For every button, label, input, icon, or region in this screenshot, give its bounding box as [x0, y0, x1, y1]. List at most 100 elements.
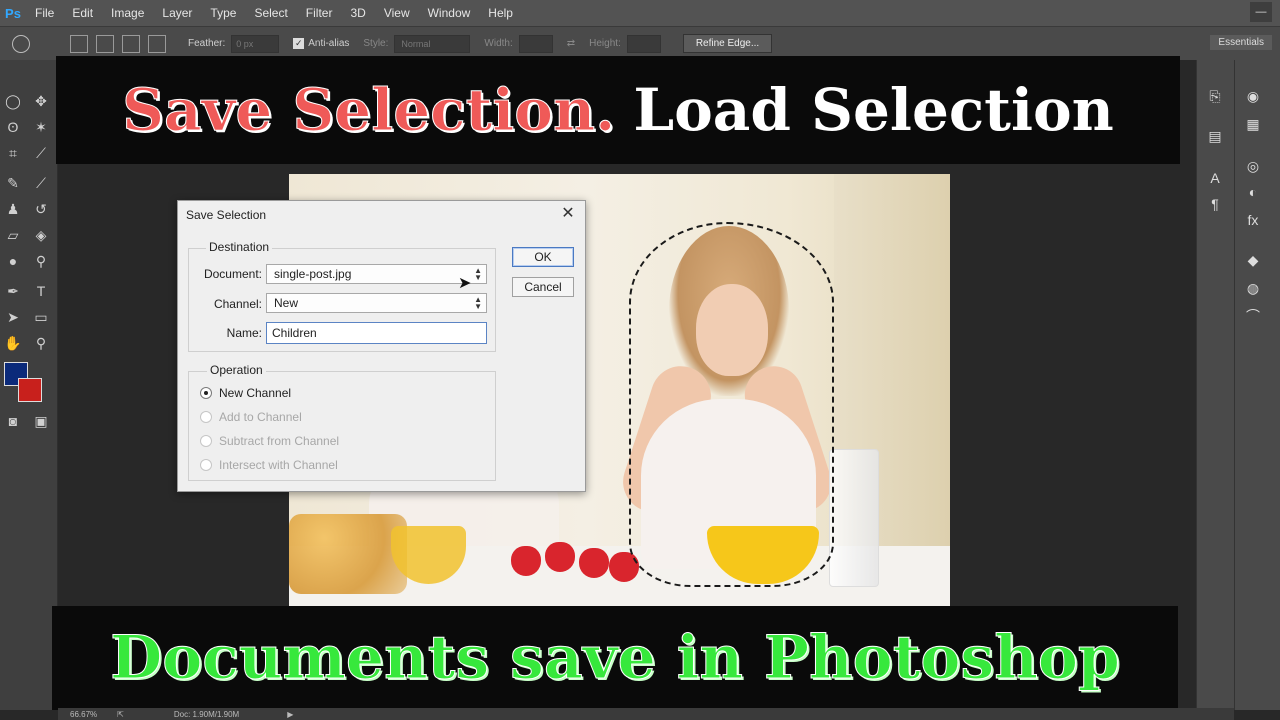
- crop-tool-icon[interactable]: ⌗: [2, 142, 24, 164]
- menu-view[interactable]: View: [375, 6, 419, 20]
- color-panel-icon[interactable]: ◉: [1243, 86, 1263, 106]
- export-icon[interactable]: ⇱: [117, 710, 124, 719]
- document-label: Document:: [203, 267, 262, 281]
- brush-tool-icon[interactable]: ⟋: [30, 172, 52, 194]
- path-selection-tool-icon[interactable]: ➤: [2, 306, 24, 328]
- width-label: Width:: [484, 38, 513, 49]
- antialias-checkbox[interactable]: ✓: [293, 38, 305, 49]
- menu-image[interactable]: Image: [102, 6, 153, 20]
- paragraph-panel-icon[interactable]: ¶: [1205, 194, 1225, 214]
- history-brush-tool-icon[interactable]: ↺: [30, 198, 52, 220]
- panel-dock-left: ⎘ ▤ A ¶: [1196, 60, 1234, 710]
- title-banner-top: Save Selection. Load Selection: [56, 56, 1180, 164]
- status-bar: 66.67% ⇱ Doc: 1.90M/1.90M ▶: [58, 708, 1234, 720]
- banner-subtitle-green: Documents save in Photoshop: [110, 623, 1121, 694]
- lasso-tool-icon[interactable]: ʘ: [2, 116, 24, 138]
- close-icon[interactable]: ✕: [559, 204, 577, 222]
- status-menu-icon[interactable]: ▶: [287, 710, 293, 719]
- clone-stamp-tool-icon[interactable]: ♟: [2, 198, 24, 220]
- style-select[interactable]: Normal: [394, 34, 471, 53]
- menu-select[interactable]: Select: [245, 6, 296, 20]
- radio-disabled-icon: [200, 411, 212, 423]
- banner-title-red: Save Selection.: [122, 76, 616, 145]
- photo-milk-glass: [829, 449, 879, 587]
- width-input[interactable]: [518, 34, 553, 53]
- healing-brush-tool-icon[interactable]: ✎: [2, 172, 24, 194]
- intersect-selection-icon[interactable]: [148, 34, 166, 53]
- layers-panel-icon[interactable]: ◆: [1243, 250, 1263, 270]
- menu-file[interactable]: File: [26, 6, 63, 20]
- radio-new-channel[interactable]: New Channel: [200, 386, 291, 400]
- options-bar: Feather: 0 px ✓ Anti-alias Style: Normal…: [0, 26, 1280, 60]
- swatches-panel-icon[interactable]: ▦: [1243, 114, 1263, 134]
- move-tool-icon[interactable]: ✥: [30, 90, 52, 112]
- styles-panel-icon[interactable]: ◐: [1243, 182, 1263, 202]
- new-selection-icon[interactable]: [70, 34, 88, 53]
- elliptical-marquee-icon[interactable]: [12, 34, 30, 53]
- eraser-tool-icon[interactable]: ▱: [2, 224, 24, 246]
- properties-panel-icon[interactable]: ▤: [1205, 126, 1225, 146]
- blur-tool-icon[interactable]: ●: [2, 250, 24, 272]
- minimize-icon[interactable]: —: [1250, 2, 1272, 22]
- subtract-selection-icon[interactable]: [122, 34, 140, 53]
- photo-strawberry: [511, 546, 541, 576]
- add-selection-icon[interactable]: [96, 34, 114, 53]
- hand-tool-icon[interactable]: ✋: [2, 332, 24, 354]
- paint-bucket-tool-icon[interactable]: ◈: [30, 224, 52, 246]
- radio-label: Subtract from Channel: [219, 434, 340, 448]
- dodge-tool-icon[interactable]: ⚲: [30, 250, 52, 272]
- fx-panel-icon[interactable]: fx: [1243, 210, 1263, 230]
- menu-edit[interactable]: Edit: [63, 6, 102, 20]
- doc-size: Doc: 1.90M/1.90M: [173, 709, 240, 719]
- eyedropper-tool-icon[interactable]: ⟋: [30, 142, 52, 164]
- background-color-swatch[interactable]: [18, 378, 42, 402]
- history-panel-icon[interactable]: ⎘: [1205, 86, 1225, 106]
- character-panel-icon[interactable]: A: [1205, 168, 1225, 188]
- menu-3d[interactable]: 3D: [341, 6, 374, 20]
- type-tool-icon[interactable]: T: [30, 280, 52, 302]
- ok-button[interactable]: OK: [512, 247, 574, 267]
- rectangle-tool-icon[interactable]: ▭: [30, 306, 52, 328]
- refine-edge-button[interactable]: Refine Edge...: [682, 34, 773, 53]
- select-arrows-icon: ▲ ▼: [474, 266, 482, 282]
- name-input[interactable]: Children: [266, 322, 487, 344]
- menu-help[interactable]: Help: [479, 6, 522, 20]
- document-select[interactable]: single-post.jpg ▲ ▼: [266, 264, 487, 284]
- zoom-level[interactable]: 66.67%: [70, 710, 97, 719]
- save-selection-dialog: Save Selection ✕ Destination Document: s…: [177, 200, 586, 492]
- swap-icon[interactable]: ⇄: [567, 38, 575, 49]
- marquee-tool-icon[interactable]: ◯: [2, 90, 24, 112]
- workspace-switcher[interactable]: Essentials: [1210, 35, 1272, 50]
- photoshop-logo-icon: Ps: [5, 5, 21, 21]
- screen-mode-icon[interactable]: ▣: [30, 410, 52, 432]
- operation-label: Operation: [207, 363, 266, 377]
- title-banner-bottom: Documents save in Photoshop: [52, 606, 1178, 710]
- menu-type[interactable]: Type: [201, 6, 245, 20]
- channel-select[interactable]: New ▲ ▼: [266, 293, 487, 313]
- menu-filter[interactable]: Filter: [297, 6, 342, 20]
- window-controls: —: [1250, 2, 1272, 22]
- mouse-cursor-icon: ➤: [458, 275, 472, 292]
- magic-wand-tool-icon[interactable]: ✶: [30, 116, 52, 138]
- menu-layer[interactable]: Layer: [153, 6, 201, 20]
- style-label: Style:: [363, 38, 389, 49]
- quick-mask-icon[interactable]: ◙: [2, 410, 24, 432]
- cancel-button[interactable]: Cancel: [512, 277, 574, 297]
- menu-window[interactable]: Window: [419, 6, 480, 20]
- radio-selected-icon[interactable]: [200, 387, 212, 399]
- height-input[interactable]: [626, 34, 661, 53]
- destination-label: Destination: [206, 240, 273, 254]
- adjustments-panel-icon[interactable]: ◎: [1243, 156, 1263, 176]
- height-label: Height:: [589, 38, 621, 49]
- channel-label: Channel:: [213, 297, 262, 311]
- radio-label: New Channel: [219, 386, 292, 400]
- radio-disabled-icon: [200, 459, 212, 471]
- pen-tool-icon[interactable]: ✒: [2, 280, 24, 302]
- zoom-tool-icon[interactable]: ⚲: [30, 332, 52, 354]
- marching-ants-selection: [629, 222, 834, 587]
- channels-panel-icon[interactable]: ◍: [1243, 278, 1263, 298]
- photo-cereal-bowl: [289, 514, 407, 594]
- feather-input[interactable]: 0 px: [231, 34, 280, 53]
- paths-panel-icon[interactable]: ⌒: [1243, 306, 1263, 326]
- name-label: Name:: [226, 326, 262, 340]
